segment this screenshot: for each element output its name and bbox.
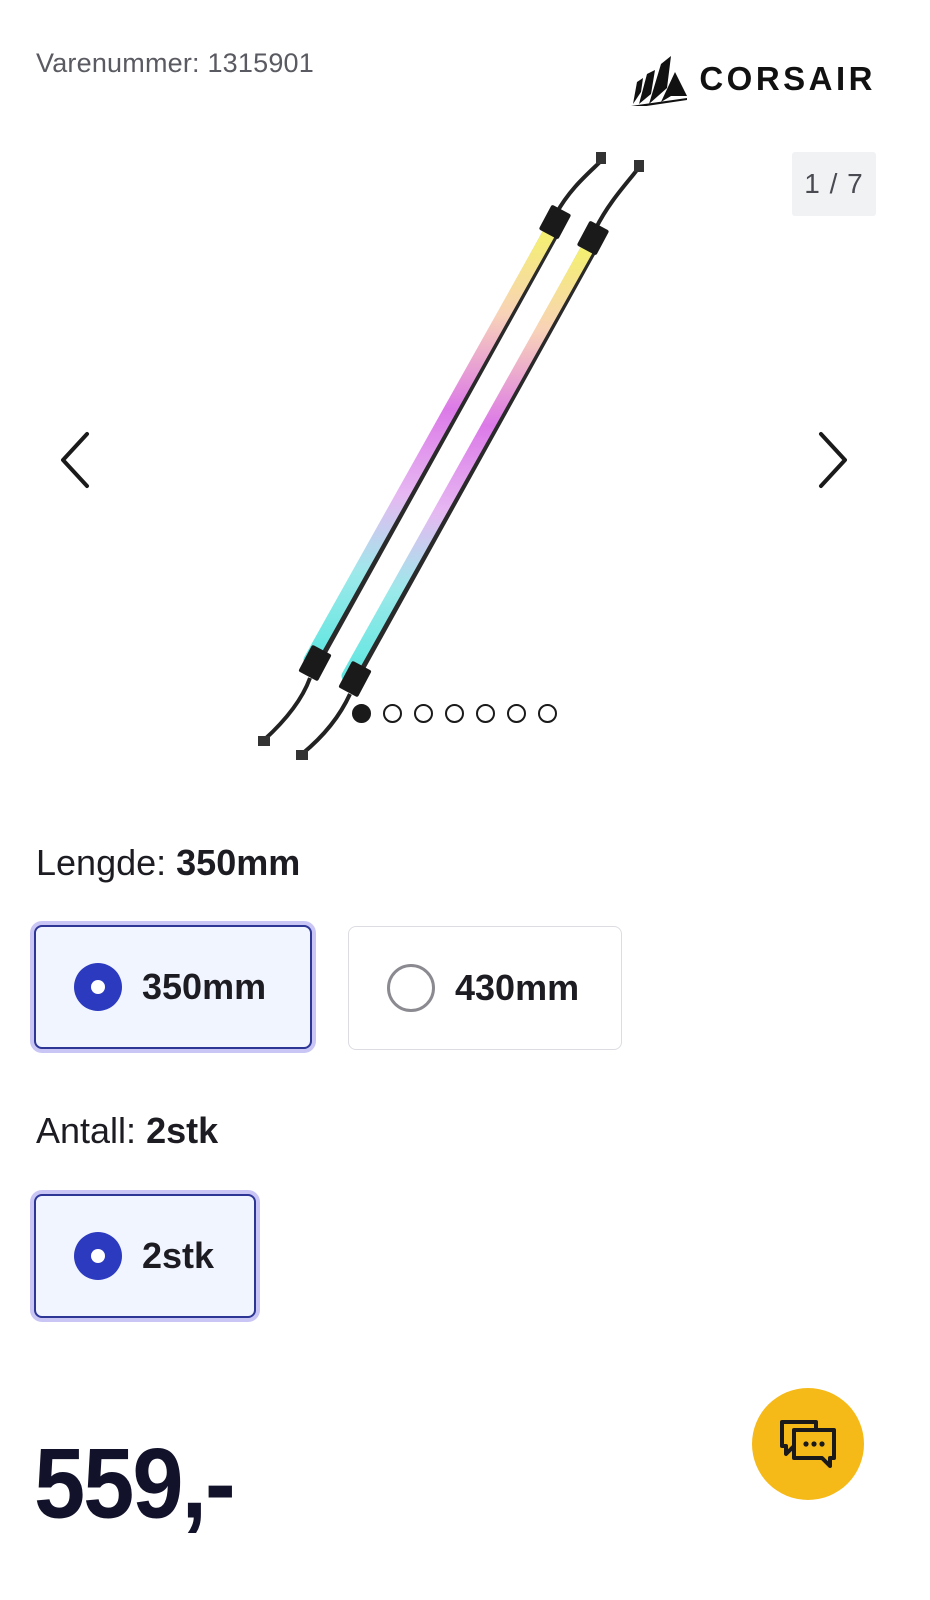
option-label: 2stk: [142, 1235, 215, 1276]
length-label: Lengde:: [36, 842, 167, 883]
brand-name: CORSAIR: [699, 60, 876, 97]
quantity-heading: Antall: 2stk: [36, 1110, 218, 1152]
radio-unchecked-icon: [387, 964, 435, 1012]
chevron-left-icon: [61, 432, 89, 488]
product-image: [258, 152, 644, 760]
image-counter: 1 / 7: [792, 152, 876, 216]
gallery-dot[interactable]: [476, 704, 495, 723]
length-option-430mm[interactable]: 430mm: [348, 926, 622, 1050]
radio-checked-icon: [74, 1232, 122, 1280]
option-label: 350mm: [142, 966, 267, 1007]
gallery-dot[interactable]: [352, 704, 371, 723]
length-option-350mm[interactable]: 350mm: [34, 925, 312, 1049]
gallery-dot[interactable]: [414, 704, 433, 723]
quantity-selected-value: 2stk: [146, 1110, 219, 1151]
gallery-dot[interactable]: [383, 704, 402, 723]
option-label: 430mm: [455, 967, 580, 1008]
product-price: 559,-: [34, 1429, 236, 1540]
gallery-dot[interactable]: [507, 704, 526, 723]
corsair-sails-icon: [631, 56, 688, 106]
chat-icon: [780, 1420, 836, 1468]
gallery-pagination: [352, 704, 557, 723]
quantity-label: Antall:: [36, 1110, 137, 1151]
chat-button[interactable]: [752, 1388, 864, 1500]
sku-label: Varenummer: 1315901: [36, 48, 314, 78]
length-selected-value: 350mm: [176, 842, 301, 883]
radio-checked-icon: [74, 963, 122, 1011]
gallery-prev-button[interactable]: [40, 420, 110, 500]
quantity-option-2stk[interactable]: 2stk: [34, 1194, 256, 1318]
length-heading: Lengde: 350mm: [36, 842, 300, 884]
gallery-next-button[interactable]: [798, 420, 868, 500]
gallery-dot[interactable]: [445, 704, 464, 723]
brand-logo: CORSAIR: [631, 52, 876, 106]
gallery-dot[interactable]: [538, 704, 557, 723]
chevron-right-icon: [819, 432, 847, 488]
